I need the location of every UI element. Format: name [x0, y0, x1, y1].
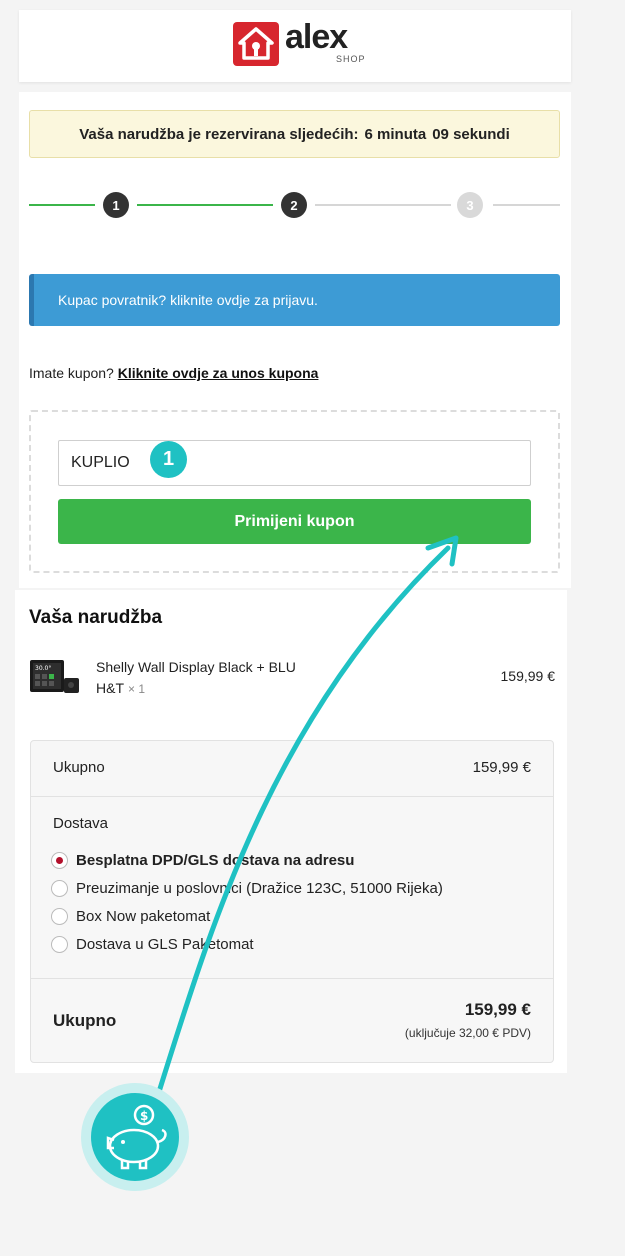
login-link-text[interactable]: Kupac povratnik? kliknite ovdje za prija…: [58, 292, 318, 308]
step-line-2: [137, 204, 273, 206]
radio[interactable]: [51, 908, 68, 925]
step-line-4: [493, 204, 560, 206]
step-2[interactable]: 2: [281, 192, 307, 218]
piggy-bank-icon: $: [80, 1082, 190, 1192]
coupon-prompt-text: Imate kupon?: [29, 365, 114, 381]
product-name: Shelly Wall Display Black + BLU H&T × 1: [96, 657, 316, 700]
step-1[interactable]: 1: [103, 192, 129, 218]
radio[interactable]: [51, 880, 68, 897]
house-logo-icon: [233, 22, 279, 66]
coupon-toggle-link[interactable]: Kliknite ovdje za unos kupona: [118, 365, 319, 381]
radio-selected[interactable]: [51, 852, 68, 869]
coupon-prompt: Imate kupon? Kliknite ovdje za unos kupo…: [29, 365, 318, 381]
divider: [31, 796, 553, 797]
step-line-1: [29, 204, 95, 206]
coupon-form: [29, 410, 560, 573]
logo-subtext: SHOP: [336, 54, 366, 64]
site-logo[interactable]: alex SHOP: [233, 18, 366, 68]
timer-seconds: 09 sekundi: [432, 125, 510, 143]
svg-text:$: $: [140, 1109, 148, 1123]
divider: [31, 978, 553, 979]
radio[interactable]: [51, 936, 68, 953]
shipping-option-box-now[interactable]: Box Now paketomat: [51, 908, 210, 925]
site-header: alex SHOP: [19, 10, 571, 82]
step-line-3: [315, 204, 451, 206]
apply-coupon-button[interactable]: Primijeni kupon: [58, 499, 531, 544]
total-tax-note: (uključuje 32,00 € PDV): [404, 1026, 531, 1040]
shipping-option-label: Besplatna DPD/GLS dostava na adresu: [76, 852, 355, 869]
checkout-steps: 1 2 3: [29, 190, 560, 220]
returning-customer-notice[interactable]: Kupac povratnik? kliknite ovdje za prija…: [29, 274, 560, 326]
shipping-option-gls-paketomat[interactable]: Dostava u GLS Paketomat: [51, 936, 254, 953]
svg-text:30.0°: 30.0°: [35, 665, 51, 672]
logo-text: alex: [285, 18, 348, 56]
shipping-option-dpd-gls[interactable]: Besplatna DPD/GLS dostava na adresu: [51, 852, 354, 869]
product-thumbnail: 30.0°: [30, 660, 80, 694]
timer-prefix: Vaša narudžba je rezervirana sljedećih:: [79, 125, 359, 143]
order-title: Vaša narudžba: [29, 607, 163, 628]
subtotal-label: Ukupno: [53, 759, 105, 776]
shipping-title: Dostava: [53, 815, 109, 832]
product-name-text: Shelly Wall Display Black + BLU H&T: [96, 659, 296, 696]
step-annotation-badge: 1: [150, 441, 187, 478]
shipping-option-pickup[interactable]: Preuzimanje u poslovnici (Dražice 123C, …: [51, 880, 443, 897]
subtotal-value: 159,99 €: [472, 759, 531, 776]
step-3[interactable]: 3: [457, 192, 483, 218]
total-value: 159,99 €: [464, 1000, 531, 1019]
timer-minutes: 6 minuta: [364, 125, 427, 143]
shipping-option-label: Box Now paketomat: [76, 908, 211, 925]
shipping-option-label: Preuzimanje u poslovnici (Dražice 123C, …: [76, 880, 443, 897]
total-label: Ukupno: [53, 1011, 117, 1030]
product-price: 159,99 €: [500, 668, 556, 684]
shipping-option-label: Dostava u GLS Paketomat: [76, 936, 254, 953]
reservation-timer: Vaša narudžba je rezervirana sljedećih: …: [29, 110, 560, 158]
coupon-code-input[interactable]: [58, 440, 531, 486]
product-qty: × 1: [128, 682, 146, 696]
